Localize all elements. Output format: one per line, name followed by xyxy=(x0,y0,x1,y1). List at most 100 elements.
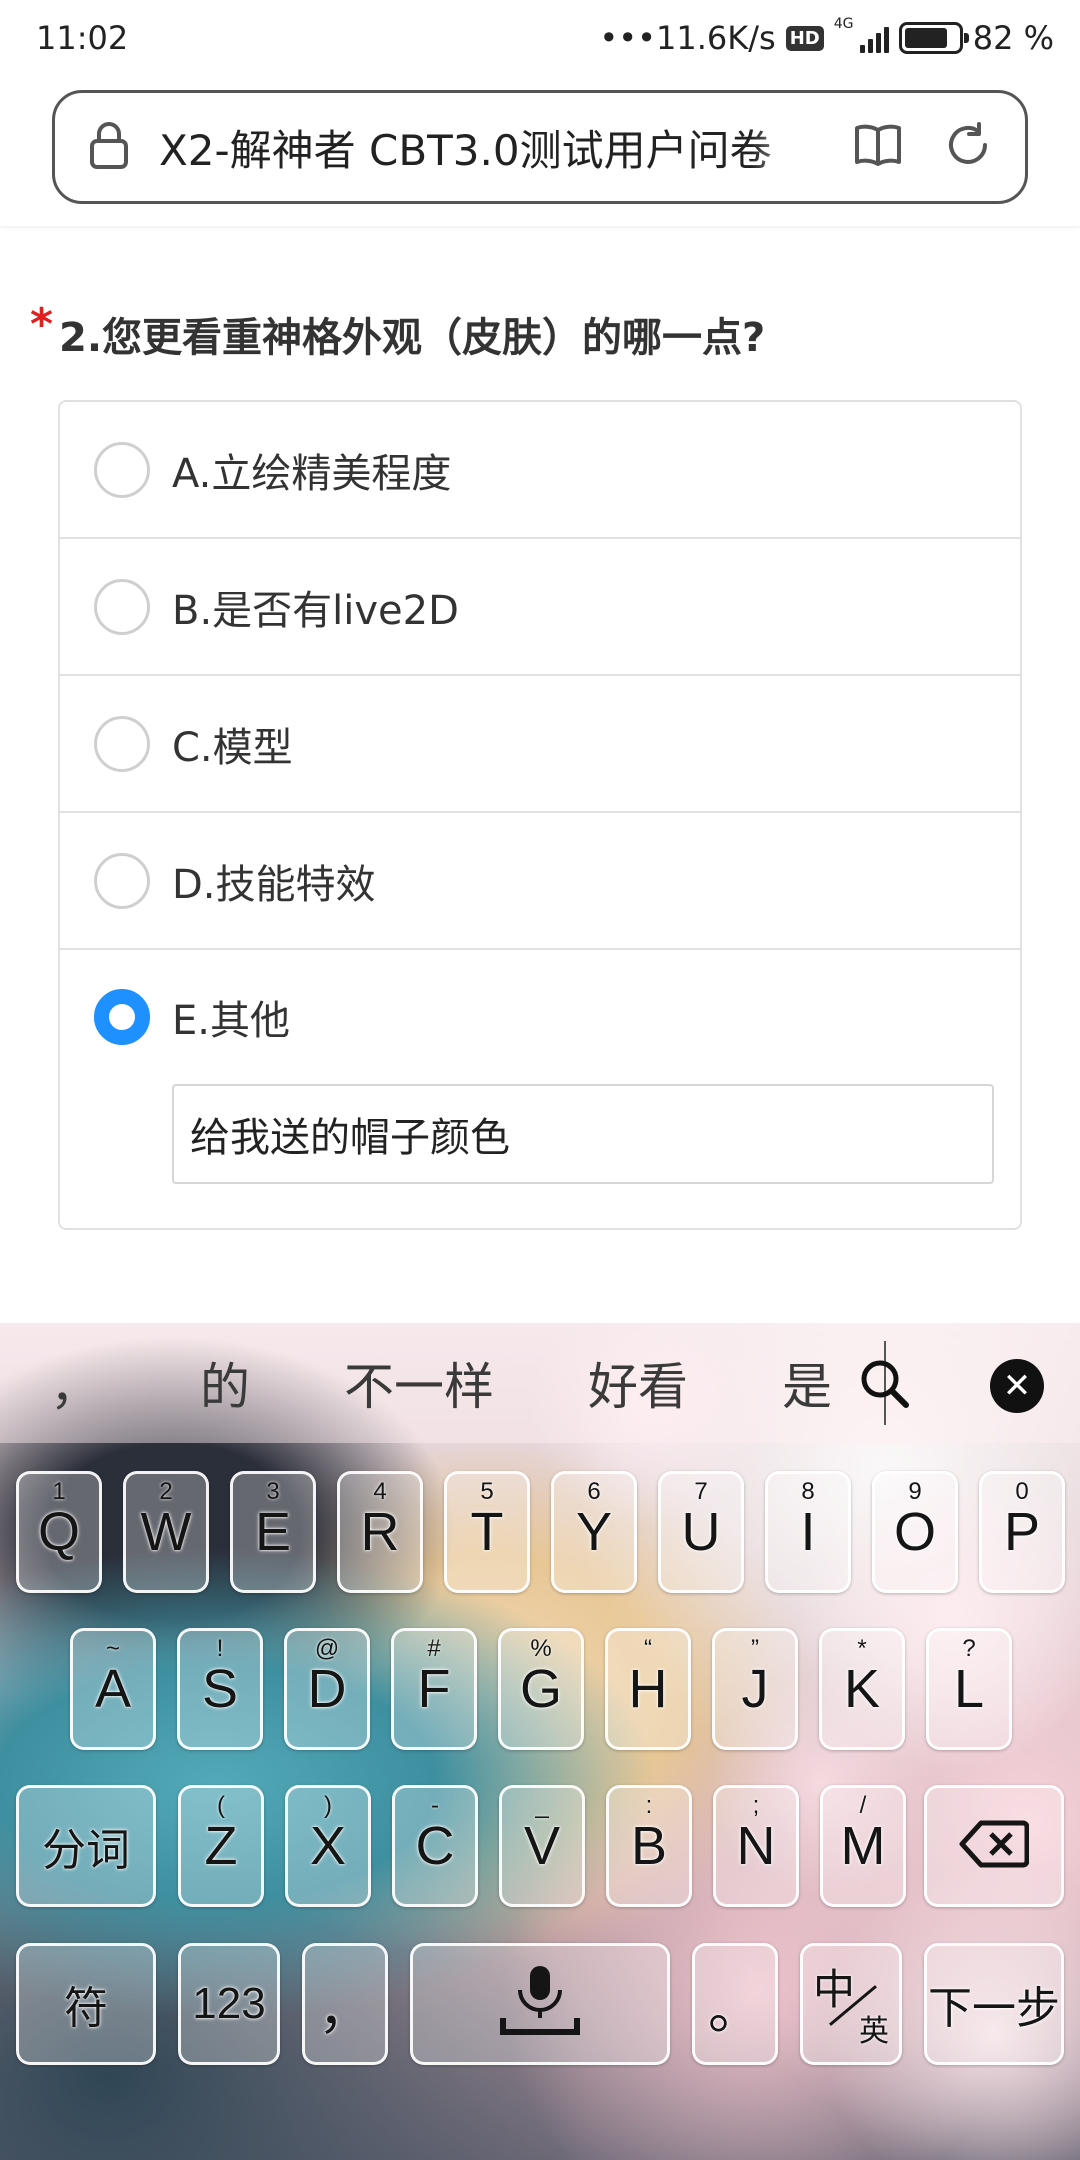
radio-c[interactable] xyxy=(94,715,150,772)
key-k[interactable]: * K xyxy=(819,1628,905,1750)
key-secondary-label: # xyxy=(427,1635,441,1662)
network-type-label: 4G xyxy=(833,16,854,32)
page-title[interactable]: X2-解神者 CBT3.0测试用户问卷 xyxy=(159,117,817,178)
option-label: C.模型 xyxy=(172,724,293,771)
key-h[interactable]: “H xyxy=(605,1628,691,1750)
key-label: X xyxy=(309,1816,347,1876)
key-p[interactable]: 0P xyxy=(979,1471,1065,1593)
radio-a[interactable] xyxy=(94,441,150,498)
key-secondary-label: ; xyxy=(752,1792,760,1819)
key-label: R xyxy=(360,1502,400,1562)
key-secondary-label: % xyxy=(530,1635,552,1662)
next-step-key[interactable]: 下一步 xyxy=(924,1943,1064,2065)
option-a[interactable]: A.立绘精美程度 xyxy=(60,402,1020,539)
comma-key[interactable]: ， xyxy=(302,1943,388,2065)
key-secondary-label: ! xyxy=(216,1635,224,1662)
hd-voice-icon: HD xyxy=(785,25,824,51)
key-label: ， xyxy=(318,1979,372,2040)
key-secondary-label: ? xyxy=(962,1635,976,1662)
option-c[interactable]: C.模型 xyxy=(60,676,1020,813)
key-label: 符 xyxy=(64,1984,108,2033)
radio-d[interactable] xyxy=(94,852,150,909)
refresh-icon[interactable] xyxy=(945,122,991,172)
key-secondary-label: : xyxy=(645,1792,653,1819)
radio-e-selected[interactable] xyxy=(94,989,150,1045)
close-keyboard-icon[interactable]: ✕ xyxy=(990,1359,1044,1413)
period-key[interactable]: 。 xyxy=(692,1943,778,2065)
candidate-word[interactable]: 的 xyxy=(200,1347,250,1419)
key-b[interactable]: :B xyxy=(606,1785,692,1907)
key-g[interactable]: % G xyxy=(498,1628,584,1750)
symbol-key[interactable]: 符 xyxy=(16,1943,156,2065)
key-j[interactable]: ” J xyxy=(712,1628,798,1750)
key-o[interactable]: 9O xyxy=(872,1471,958,1593)
key-secondary-label: 2 xyxy=(159,1478,173,1505)
address-bar[interactable]: X2-解神者 CBT3.0测试用户问卷 xyxy=(52,90,1028,204)
key-label: 下一步 xyxy=(928,1984,1060,2033)
key-label: B xyxy=(630,1816,668,1876)
key-u[interactable]: 7U xyxy=(658,1471,744,1593)
required-mark: * xyxy=(30,299,54,350)
key-x[interactable]: ) X xyxy=(285,1785,371,1907)
key-secondary-label: _ xyxy=(535,1792,549,1819)
space-key[interactable] xyxy=(410,1943,670,2065)
key-label: H xyxy=(628,1659,668,1719)
backspace-key[interactable] xyxy=(924,1785,1064,1907)
key-secondary-label: ~ xyxy=(105,1635,120,1662)
key-y[interactable]: 6Y xyxy=(551,1471,637,1593)
key-w[interactable]: 2W xyxy=(123,1471,209,1593)
key-label: V xyxy=(523,1816,561,1876)
key-label: G xyxy=(519,1659,562,1719)
key-v[interactable]: _ V xyxy=(499,1785,585,1907)
key-label: Z xyxy=(204,1816,238,1876)
key-label: 123 xyxy=(192,1979,266,2028)
candidate-word[interactable]: ， xyxy=(50,1347,100,1419)
key-f[interactable]: # F xyxy=(391,1628,477,1750)
number-key[interactable]: 123 xyxy=(178,1943,280,2065)
segment-key[interactable]: 分词 xyxy=(16,1785,156,1907)
key-secondary-label: 8 xyxy=(801,1478,815,1505)
key-d[interactable]: @ D xyxy=(284,1628,370,1750)
key-secondary-label: 9 xyxy=(908,1478,922,1505)
candidate-word[interactable]: 是 xyxy=(782,1347,832,1419)
key-s[interactable]: ! S xyxy=(177,1628,263,1750)
key-secondary-label: - xyxy=(431,1792,439,1819)
radio-b[interactable] xyxy=(94,578,150,635)
key-i[interactable]: 8I xyxy=(765,1471,851,1593)
key-secondary-label: 6 xyxy=(587,1478,601,1505)
key-z[interactable]: (Z xyxy=(178,1785,264,1907)
reader-mode-icon[interactable] xyxy=(853,122,903,172)
key-c[interactable]: -C xyxy=(392,1785,478,1907)
candidate-word[interactable]: 不一样 xyxy=(344,1347,494,1419)
clock: 11:02 xyxy=(36,19,129,57)
option-d[interactable]: D.技能特效 xyxy=(60,813,1020,950)
option-label: B.是否有live2D xyxy=(172,587,459,634)
key-secondary-label: 4 xyxy=(373,1478,387,1505)
lang-en-label: 英 xyxy=(859,2014,889,2049)
key-label: D xyxy=(307,1659,347,1719)
other-text-input[interactable]: 给我送的帽子颜色 xyxy=(172,1084,994,1184)
question-title: 2.您更看重神格外观（皮肤）的哪一点? xyxy=(59,315,766,361)
status-bar: 11:02 •••11.6K/s HD 4G 82 % xyxy=(0,0,1080,76)
search-icon[interactable] xyxy=(858,1357,912,1415)
key-label: I xyxy=(800,1502,816,1562)
option-b[interactable]: B.是否有live2D xyxy=(60,539,1020,676)
key-a[interactable]: ~ A xyxy=(70,1628,156,1750)
key-secondary-label: “ xyxy=(644,1635,652,1662)
key-label: 。 xyxy=(708,1979,762,2040)
key-e[interactable]: 3E xyxy=(230,1471,316,1593)
option-e[interactable]: E.其他 给我送的帽子颜色 xyxy=(60,950,1020,1184)
language-switch-key[interactable]: 中英 xyxy=(800,1943,902,2065)
key-label: A xyxy=(94,1659,132,1719)
key-m[interactable]: / M xyxy=(820,1785,906,1907)
key-q[interactable]: 1Q xyxy=(16,1471,102,1593)
key-secondary-label: 7 xyxy=(694,1478,708,1505)
key-t[interactable]: 5T xyxy=(444,1471,530,1593)
key-label: U xyxy=(681,1502,721,1562)
key-n[interactable]: ; N xyxy=(713,1785,799,1907)
candidate-word[interactable]: 好看 xyxy=(588,1347,688,1419)
question-title-row: * 2.您更看重神格外观（皮肤）的哪一点? xyxy=(30,299,766,363)
key-l[interactable]: ? L xyxy=(926,1628,1012,1750)
key-r[interactable]: 4R xyxy=(337,1471,423,1593)
network-speed: •••11.6K/s xyxy=(599,19,776,57)
